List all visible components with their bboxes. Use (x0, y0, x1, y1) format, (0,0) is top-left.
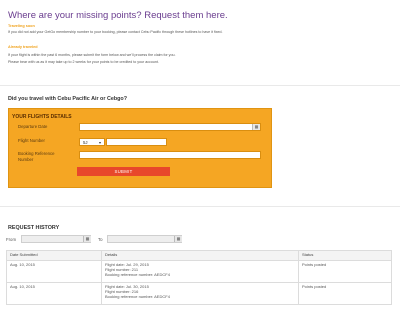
column-header-date: Date Submitted (6, 250, 102, 261)
row-status: Points posted (298, 260, 392, 283)
calendar-icon[interactable]: ▦ (83, 236, 91, 242)
departure-date-label: Departure Date (18, 124, 48, 129)
from-date-input[interactable] (21, 235, 91, 243)
column-header-status: Status (298, 250, 392, 261)
airline-question: Did you travel with Cebu Pacific Air or … (8, 96, 128, 102)
traveling-soon-label: Traveling soon (8, 24, 35, 28)
traveling-soon-text: If you did not add your GetGo membership… (8, 30, 223, 34)
request-history-title: REQUEST HISTORY (8, 225, 60, 231)
flight-details-panel (8, 108, 272, 188)
row-details: Flight date: Jul. 30, 2015 Flight number… (101, 282, 299, 305)
already-traveled-label: Already traveled (8, 45, 38, 49)
submit-button[interactable]: SUBMIT (77, 167, 170, 176)
table-row: Aug. 10, 2015 Flight date: Jul. 29, 2015… (6, 260, 392, 283)
flight-details-title: YOUR FLIGHTS DETAILS (12, 114, 72, 120)
airline-code-select[interactable]: 5J ▾ (79, 138, 105, 146)
row-booking-reference: Booking reference number: AEDCF4 (105, 294, 170, 299)
divider (0, 206, 400, 207)
booking-reference-input[interactable] (79, 151, 261, 159)
row-date: Aug. 10, 2015 (6, 282, 102, 305)
calendar-icon[interactable]: ▦ (252, 124, 260, 130)
table-row: Aug. 10, 2015 Flight date: Jul. 30, 2015… (6, 282, 392, 305)
from-label: From (6, 237, 17, 242)
to-label: To (98, 237, 103, 242)
airline-code-value: 5J (83, 140, 88, 145)
table-header-row: Date Submitted Details Status (6, 250, 392, 261)
page-title: Where are your missing points? Request t… (8, 10, 228, 21)
departure-date-input[interactable] (79, 123, 261, 131)
flight-number-label: Flight Number (18, 138, 45, 143)
column-header-details: Details (101, 250, 299, 261)
flight-number-input[interactable] (106, 138, 167, 146)
to-date-input[interactable] (107, 235, 182, 243)
row-booking-reference: Booking reference number: AEDCF4 (105, 272, 170, 277)
booking-reference-label: Booking Reference (18, 151, 55, 156)
chevron-down-icon: ▾ (98, 140, 101, 145)
row-status: Points posted (298, 282, 392, 305)
booking-reference-label-2: Number (18, 157, 34, 162)
row-details: Flight date: Jul. 29, 2015 Flight number… (101, 260, 299, 283)
row-date: Aug. 10, 2015 (6, 260, 102, 283)
already-traveled-text-2: Please bear with us as it may take up to… (8, 60, 159, 64)
divider (0, 85, 400, 86)
calendar-icon[interactable]: ▦ (174, 236, 182, 242)
request-history-table: Date Submitted Details Status Aug. 10, 2… (6, 250, 392, 305)
already-traveled-text-1: If your flight is within the past 6 mont… (8, 53, 176, 57)
